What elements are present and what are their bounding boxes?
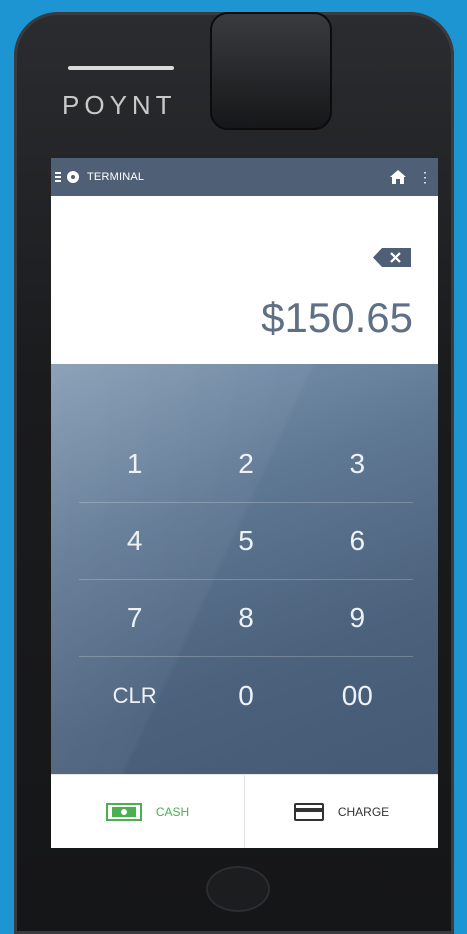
card-reader-slot [210, 12, 332, 130]
menu-icon[interactable] [55, 172, 61, 182]
key-9[interactable]: 9 [302, 580, 413, 656]
card-icon [293, 802, 324, 821]
key-4[interactable]: 4 [79, 503, 190, 579]
amount-display: $150.65 [51, 196, 438, 364]
charge-label: CHARGE [337, 804, 390, 819]
keypad-row: 4 5 6 [79, 503, 413, 580]
keypad-row: CLR 0 00 [79, 657, 413, 734]
brand-accent-line [68, 66, 174, 70]
cash-icon [105, 802, 142, 821]
more-icon[interactable]: ⋮ [418, 170, 432, 184]
key-7[interactable]: 7 [79, 580, 190, 656]
amount-value: $150.65 [261, 294, 413, 341]
keypad-row: 7 8 9 [79, 580, 413, 657]
key-5[interactable]: 5 [190, 503, 301, 579]
backspace-icon[interactable] [373, 248, 411, 267]
key-8[interactable]: 8 [190, 580, 301, 656]
keypad: 1 2 3 4 5 6 7 8 9 CLR 0 00 [51, 364, 438, 774]
hardware-home-button[interactable] [206, 866, 270, 912]
key-00[interactable]: 00 [302, 657, 413, 734]
home-icon[interactable] [390, 170, 406, 184]
app-title: TERMINAL [87, 171, 145, 183]
terminal-screen: TERMINAL ⋮ $150.65 1 2 3 4 5 6 7 8 9 CLR [51, 158, 438, 848]
key-1[interactable]: 1 [79, 426, 190, 502]
gear-icon[interactable] [67, 171, 79, 183]
key-3[interactable]: 3 [302, 426, 413, 502]
key-clear[interactable]: CLR [79, 657, 190, 734]
charge-button[interactable]: CHARGE [245, 775, 438, 848]
keypad-row: 1 2 3 [79, 426, 413, 503]
key-2[interactable]: 2 [190, 426, 301, 502]
status-bar: TERMINAL ⋮ [51, 158, 438, 196]
brand-logo: POYNT [62, 90, 177, 120]
cash-label: CASH [155, 804, 190, 819]
key-6[interactable]: 6 [302, 503, 413, 579]
key-0[interactable]: 0 [190, 657, 301, 734]
cash-button[interactable]: CASH [51, 775, 245, 848]
payment-actions: CASH CHARGE [51, 774, 438, 848]
